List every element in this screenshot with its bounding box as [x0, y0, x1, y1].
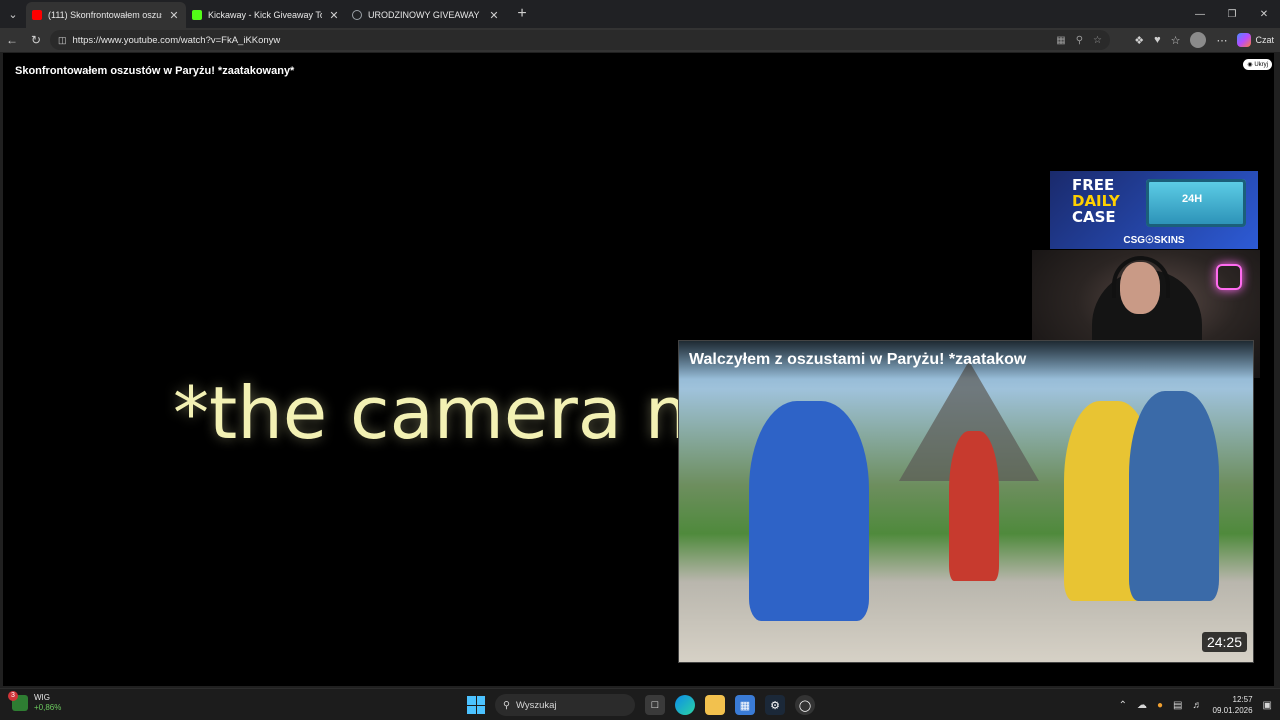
video-player[interactable]: Skonfrontowałem oszustów w Paryżu! *zaat…	[3, 53, 1274, 686]
close-tab-icon[interactable]: ✕	[328, 9, 340, 22]
figure-red-shirt	[949, 431, 999, 581]
eye-off-icon: ◉	[1247, 62, 1253, 68]
windows-taskbar: 3 WIG +0,86% ⚲ Wyszukaj □ ▦ ⚙ ◯ ⌃ ☁ ● ▤ …	[0, 688, 1280, 720]
neon-sign	[1216, 264, 1242, 290]
youtube-icon	[32, 10, 42, 20]
favorites-icon[interactable]: ☆	[1171, 34, 1181, 47]
notification-badge: 3	[8, 691, 18, 701]
crate-label: 24H	[1182, 193, 1203, 205]
video-title: Skonfrontowałem oszustów w Paryżu! *zaat…	[15, 65, 295, 77]
video-duration: 24:25	[1201, 632, 1247, 652]
favorite-star-icon[interactable]: ☆	[1093, 35, 1102, 46]
site-info-icon[interactable]: ◫	[58, 35, 67, 46]
profile-avatar[interactable]	[1190, 32, 1207, 48]
widget-change: +0,86%	[34, 703, 62, 712]
copilot-button[interactable]: Czat	[1237, 33, 1274, 47]
figure-right-man	[1129, 391, 1219, 601]
task-view-icon[interactable]: □	[645, 695, 665, 715]
app-available-icon[interactable]: ▦	[1056, 35, 1065, 46]
back-icon[interactable]: ←	[0, 28, 24, 52]
csgoskins-ad[interactable]: FREE DAILY CASE 24H CSG☉SKINS	[1050, 171, 1258, 249]
copilot-icon	[1237, 33, 1252, 47]
microphone-icon[interactable]: ●	[1157, 700, 1163, 711]
search-icon: ⚲	[503, 699, 510, 711]
extensions-icon[interactable]: ❖	[1134, 34, 1144, 47]
hide-button[interactable]: ◉ Ukryj	[1243, 59, 1272, 70]
onedrive-icon[interactable]: ☁	[1137, 700, 1147, 711]
chevron-up-icon[interactable]: ⌃	[1119, 700, 1127, 711]
kickaway-icon	[192, 10, 202, 20]
globe-icon	[352, 10, 362, 20]
close-tab-icon[interactable]: ✕	[168, 9, 180, 22]
hide-label: Ukryj	[1254, 62, 1268, 68]
system-tray: ⌃ ☁ ● ▤ ♬ 12:57 09.01.2026 ▣	[1119, 691, 1272, 719]
taskbar-search[interactable]: ⚲ Wyszukaj	[495, 694, 635, 716]
tab-title: URODZINOWY GIVEAWAY KAMILK	[368, 10, 482, 20]
recommended-video-title: Walczyłem z oszustami w Paryżu! *zaatako…	[679, 341, 1253, 379]
browser-essentials-icon[interactable]: ♥	[1154, 34, 1161, 46]
zoom-icon[interactable]: ⚲	[1076, 35, 1083, 46]
new-tab-button[interactable]: +	[510, 2, 534, 26]
app-icon[interactable]: ◯	[795, 695, 815, 715]
copilot-label: Czat	[1255, 35, 1274, 45]
tab-youtube[interactable]: (111) Skonfrontowałem oszustów w ✕	[26, 2, 186, 28]
restore-icon[interactable]: ❐	[1216, 0, 1248, 28]
minimize-icon[interactable]: —	[1184, 0, 1216, 28]
tab-title: (111) Skonfrontowałem oszustów w	[48, 10, 162, 20]
notifications-icon[interactable]: ▣	[1263, 700, 1272, 711]
taskbar-apps: ⚲ Wyszukaj □ ▦ ⚙ ◯	[467, 693, 815, 717]
file-explorer-icon[interactable]	[705, 695, 725, 715]
more-options-icon[interactable]: ⋯	[1216, 34, 1227, 47]
headset	[1112, 256, 1170, 298]
tab-actions-menu[interactable]: ⌄	[0, 0, 26, 28]
navigation-bar: ← ↻ ◫ https://www.youtube.com/watch?v=Fk…	[0, 28, 1280, 52]
clock[interactable]: 12:57 09.01.2026	[1213, 694, 1253, 716]
widget-name: WIG	[34, 693, 50, 702]
volume-icon[interactable]: ♬	[1193, 700, 1203, 711]
window-controls: — ❐ ✕	[1184, 0, 1280, 28]
url-text: https://www.youtube.com/watch?v=FkA_iKKo…	[72, 34, 281, 46]
edge-icon[interactable]	[675, 695, 695, 715]
network-icon[interactable]: ▤	[1173, 700, 1182, 711]
tab-strip: ⌄ (111) Skonfrontowałem oszustów w ✕ Kic…	[0, 0, 1280, 28]
recommended-video-card[interactable]: Walczyłem z oszustami w Paryżu! *zaatako…	[678, 340, 1254, 663]
close-window-icon[interactable]: ✕	[1248, 0, 1280, 28]
tab-giveaway[interactable]: URODZINOWY GIVEAWAY KAMILK ✕	[346, 2, 506, 28]
windows-start-icon[interactable]	[467, 696, 485, 714]
video-caption: *the camera ma	[173, 371, 760, 455]
clock-time: 12:57	[1232, 695, 1253, 704]
tab-title: Kickaway - Kick Giveaway Tool	[208, 10, 322, 20]
steam-icon[interactable]: ⚙	[765, 695, 785, 715]
ad-brand: CSG☉SKINS	[1123, 235, 1185, 246]
stock-chart-icon: 3	[8, 691, 28, 711]
store-icon[interactable]: ▦	[735, 695, 755, 715]
ad-headline: FREE DAILY CASE	[1072, 177, 1132, 225]
ad-line-2: DAILY	[1072, 192, 1120, 210]
ad-line-1: FREE	[1072, 176, 1115, 194]
search-placeholder: Wyszukaj	[515, 699, 557, 711]
close-tab-icon[interactable]: ✕	[488, 9, 500, 22]
reload-icon[interactable]: ↻	[24, 28, 48, 52]
clock-date: 09.01.2026	[1212, 706, 1253, 715]
tab-kickaway[interactable]: Kickaway - Kick Giveaway Tool ✕	[186, 2, 346, 28]
figure-blue-jacket	[749, 401, 869, 621]
ad-line-3: CASE	[1072, 208, 1116, 226]
market-widget[interactable]: 3 WIG +0,86%	[8, 691, 62, 713]
address-bar[interactable]: ◫ https://www.youtube.com/watch?v=FkA_iK…	[50, 30, 1110, 50]
